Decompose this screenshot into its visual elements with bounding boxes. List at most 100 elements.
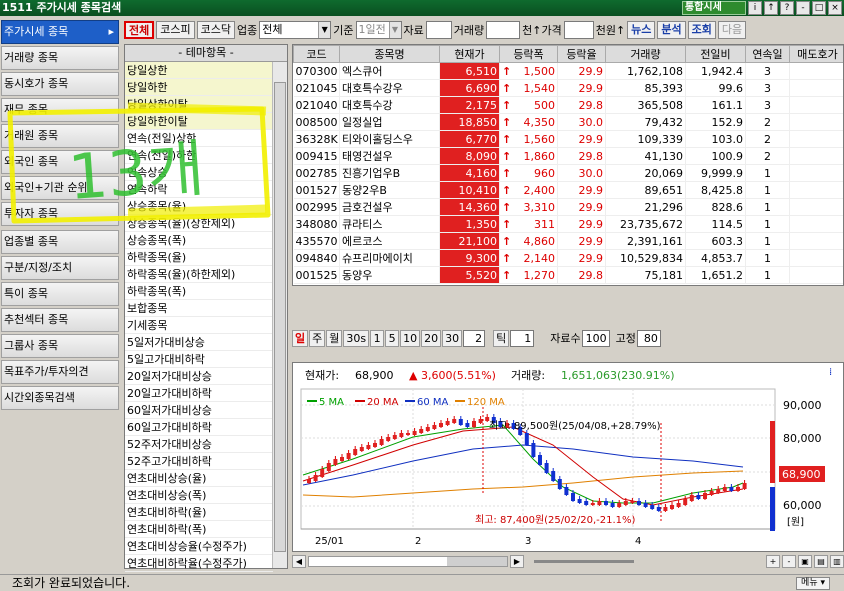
volume-input[interactable]	[486, 21, 521, 39]
help-button[interactable]: ?	[780, 1, 794, 15]
theme-item[interactable]: 5일고가대비하락	[125, 351, 273, 368]
period-10[interactable]: 10	[400, 329, 421, 347]
grid-header-cell[interactable]: 현재가	[439, 45, 500, 63]
menu-volume-stocks[interactable]: 거래량 종목	[1, 46, 119, 70]
menu-auction-stocks[interactable]: 동시호가 종목	[1, 72, 119, 96]
base-select[interactable]: 1일전 ▼	[355, 21, 402, 39]
theme-item[interactable]: 연초대비하락율(수정주가)	[125, 555, 273, 572]
theme-item[interactable]: 기세종목	[125, 317, 273, 334]
chart-expand-icon[interactable]: ▥	[830, 554, 844, 568]
chart-scrollbar[interactable]	[308, 555, 508, 567]
fixed-input[interactable]: 80	[636, 329, 661, 347]
theme-item[interactable]: 연초대비하락(폭)	[125, 521, 273, 538]
kospi-button[interactable]: 코스피	[156, 21, 195, 39]
period-input[interactable]: 2	[463, 329, 486, 347]
theme-item[interactable]: 연초대비하락(율)	[125, 504, 273, 521]
info-button[interactable]: i	[748, 1, 762, 15]
period-day[interactable]: 일	[292, 329, 309, 347]
theme-item[interactable]: 하락종목(율)(하한제외)	[125, 266, 273, 283]
table-row[interactable]: 070300 엑스큐어 6,510 ↑ 1,500 29.9 1,762,108 1,942.…	[293, 62, 843, 80]
chart-print-icon[interactable]: ▣	[798, 554, 812, 568]
tick-input[interactable]: 1	[510, 329, 535, 347]
unit-label: [원]	[787, 516, 804, 528]
table-row[interactable]: 009415 태영건설우 8,090 ↑ 1,860 29.8 41,130 100.9 2	[293, 147, 843, 165]
sector-select[interactable]: 전체 ▼	[259, 21, 332, 39]
menu-category-stocks[interactable]: 구분/지정/조치	[1, 256, 119, 280]
zoom-out-icon[interactable]: -	[782, 554, 796, 568]
theme-item[interactable]: 20일고가대비하락	[125, 385, 273, 402]
theme-item[interactable]: 연초대비상승(율)	[125, 470, 273, 487]
table-row[interactable]: 001527 동양2우B 10,410 ↑ 2,400 29.9 89,651 8,425.8…	[293, 181, 843, 199]
grid-header-cell[interactable]: 전일비	[685, 45, 746, 63]
theme-item[interactable]: 당일하한	[125, 79, 273, 96]
zoom-in-icon[interactable]: +	[766, 554, 780, 568]
pin-button[interactable]: ↑	[764, 1, 778, 15]
grid-header-cell[interactable]: 등락폭	[499, 45, 558, 63]
grid-header-cell[interactable]: 종목명	[339, 45, 440, 63]
news-button[interactable]: 뉴스	[627, 21, 656, 39]
scroll-right-icon[interactable]: ▶	[510, 554, 524, 568]
analysis-button[interactable]: 분석	[657, 21, 686, 39]
theme-item[interactable]: 당일상한	[125, 62, 273, 79]
menu-after-hours[interactable]: 시간외종목검색	[1, 386, 119, 410]
all-market-button[interactable]: 전체	[124, 21, 155, 39]
table-row[interactable]: 435570 에르코스 21,100 ↑ 4,860 29.9 2,391,161 603.3…	[293, 232, 843, 250]
menu-price-stocks[interactable]: 주가시세 종목	[1, 20, 119, 44]
theme-item[interactable]: 연초대비상승(폭)	[125, 487, 273, 504]
grid-cell: 75,181	[605, 266, 686, 284]
grid-header-cell[interactable]: 연속일	[745, 45, 790, 63]
menu-special-stocks[interactable]: 특이 종목	[1, 282, 119, 306]
table-row[interactable]: 021040 대호특수강 2,175 ↑ 500 29.8 365,508 161.1 3	[293, 96, 843, 114]
tick-button[interactable]: 틱	[493, 329, 510, 347]
integrated-quote-combo[interactable]: 통합시세	[682, 1, 746, 15]
theme-item[interactable]: 5일저가대비상승	[125, 334, 273, 351]
grid-header-cell[interactable]: 등락율	[557, 45, 606, 63]
theme-item[interactable]: 하락종목(폭)	[125, 283, 273, 300]
menu-button[interactable]: 메뉴 ▾	[796, 577, 830, 590]
chart-settings-icon[interactable]: ⁞	[829, 367, 832, 378]
theme-item[interactable]: 20일저가대비상승	[125, 368, 273, 385]
menu-group-stocks[interactable]: 그룹사 종목	[1, 334, 119, 358]
kosdaq-button[interactable]: 코스닥	[196, 21, 235, 39]
period-month[interactable]: 월	[326, 329, 343, 347]
theme-item[interactable]: 60일고가대비하락	[125, 419, 273, 436]
minimize-button[interactable]: -	[796, 1, 810, 15]
theme-item[interactable]: 연초대비상승율(수정주가)	[125, 538, 273, 555]
period-week[interactable]: 주	[309, 329, 326, 347]
period-5[interactable]: 5	[385, 329, 400, 347]
chart-scroll-thumb[interactable]	[447, 556, 507, 566]
table-row[interactable]: 36328K 티와이홀딩스우 6,770 ↑ 1,560 29.9 109,339 103.0…	[293, 130, 843, 148]
period-30[interactable]: 30	[442, 329, 463, 347]
table-row[interactable]: 002995 금호건설우 14,360 ↑ 3,310 29.9 21,296 828.6 1	[293, 198, 843, 216]
close-button[interactable]: ×	[828, 1, 842, 15]
table-row[interactable]: 348080 큐라티스 1,350 ↑ 311 29.9 23,735,672 114.5 1	[293, 215, 843, 233]
price-chart[interactable]: 현재가: 68,900 ▲ 3,600(5.51%) 거래량: 1,651,06…	[292, 362, 844, 552]
price-input[interactable]	[563, 21, 594, 39]
grid-header-cell[interactable]: 거래량	[605, 45, 686, 63]
query-button[interactable]: 조회	[687, 21, 716, 39]
next-button[interactable]: 다음	[717, 21, 747, 39]
menu-target-price[interactable]: 목표주가/투자의견	[1, 360, 119, 384]
data-input[interactable]	[425, 21, 452, 39]
table-row[interactable]: 001525 동양우 5,520 ↑ 1,270 29.8 75,181 1,651.2 1	[293, 266, 843, 284]
table-row[interactable]: 094840 슈프리마에이치 9,300 ↑ 2,140 29.9 10,529,834 4,…	[293, 249, 843, 267]
theme-item[interactable]: 60일저가대비상승	[125, 402, 273, 419]
maximize-button[interactable]: □	[812, 1, 826, 15]
table-row[interactable]: 021045 대호특수강우 6,690 ↑ 1,540 29.9 85,393 99.6 3	[293, 79, 843, 97]
period-1[interactable]: 1	[370, 329, 385, 347]
chart-save-icon[interactable]: ▤	[814, 554, 828, 568]
count-input[interactable]: 100	[581, 329, 610, 347]
grid-header-cell[interactable]: 매도호가	[789, 45, 843, 63]
zoom-slider[interactable]	[534, 559, 634, 563]
theme-item[interactable]: 52주고가대비하락	[125, 453, 273, 470]
menu-recommend-sector[interactable]: 추천섹터 종목	[1, 308, 119, 332]
theme-item[interactable]: 52주저가대비상승	[125, 436, 273, 453]
table-row[interactable]: 002785 진흥기업우B 4,160 ↑ 960 30.0 20,069 9,999.9 1	[293, 164, 843, 182]
period-20[interactable]: 20	[421, 329, 442, 347]
theme-item[interactable]: 보합종목	[125, 300, 273, 317]
period-30s[interactable]: 30s	[343, 329, 370, 347]
scroll-left-icon[interactable]: ◀	[292, 554, 306, 568]
theme-item[interactable]: 하락종목(율)	[125, 249, 273, 266]
grid-header-cell[interactable]: 코드	[293, 45, 340, 63]
table-row[interactable]: 008500 일정실업 18,850 ↑ 4,350 30.0 79,432 152.9 2	[293, 113, 843, 131]
